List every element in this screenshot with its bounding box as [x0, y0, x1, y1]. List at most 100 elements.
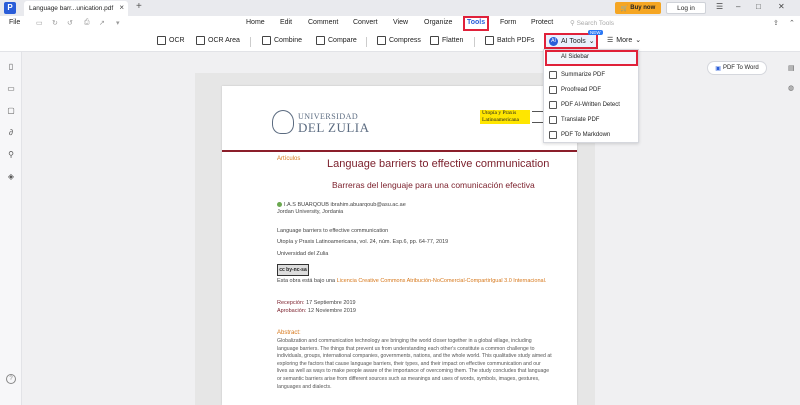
ai-detect-item[interactable]: PDF AI-Written Detect	[547, 98, 637, 111]
toolbar-divider	[250, 37, 251, 47]
more-button[interactable]: ☰ More ⌄	[607, 36, 642, 45]
markdown-icon	[549, 130, 557, 139]
approved-label: Aprobación:	[277, 308, 307, 314]
menu-organize[interactable]: Organize	[424, 19, 452, 26]
cart-icon: 🛒	[620, 5, 629, 12]
word-icon: ▣	[715, 65, 721, 72]
article-title-es: Barreras del lenguaje para una comunicac…	[332, 180, 535, 190]
new-tab-icon[interactable]: +	[136, 1, 142, 12]
search-tools-input[interactable]: ⚲ Search Tools	[570, 19, 614, 27]
window-menu-icon[interactable]: ☰	[716, 2, 723, 11]
received-label: Recepción:	[277, 300, 305, 306]
save-icon[interactable]: ▭	[36, 19, 43, 27]
properties-icon[interactable]: ▤	[788, 64, 795, 72]
ai-sidebar-label: AI Sidebar	[561, 54, 590, 60]
thumbnail-icon[interactable]: ▭	[6, 84, 16, 94]
print-icon[interactable]: ⎙	[84, 19, 90, 27]
ai-detect-icon	[549, 100, 557, 109]
pdf-page: UNIVERSIDAD DEL ZULIA Utopía y Praxis La…	[222, 86, 577, 405]
attachment-icon[interactable]: ∂	[6, 128, 16, 138]
compress-label: Compress	[389, 37, 421, 44]
close-window-icon[interactable]: ✕	[778, 2, 785, 11]
license-link[interactable]: Licencia Creative Commons Atribución-NoC…	[337, 278, 547, 284]
ai-detect-label: PDF AI-Written Detect	[561, 101, 620, 108]
pdf-to-markdown-label: PDF To Markdown	[561, 131, 611, 138]
approved-value: 12 Noviembre 2019	[307, 308, 356, 314]
university-seal-icon	[272, 110, 294, 134]
new-badge: NEW	[588, 30, 603, 35]
ai-sidebar-item[interactable]: AI Sidebar	[545, 50, 638, 66]
compress-icon	[377, 36, 386, 45]
author-name: I.A.S BUARQOUB	[284, 202, 329, 208]
buy-now-button[interactable]: 🛒 Buy now	[615, 2, 661, 14]
ocr-button[interactable]: OCR	[157, 36, 185, 45]
login-button[interactable]: Log in	[666, 2, 706, 14]
combine-button[interactable]: Combine	[262, 36, 302, 45]
creative-commons-badge: cc by-nc-sa	[277, 264, 309, 276]
summarize-pdf-item[interactable]: Summarize PDF	[547, 68, 637, 81]
ai-sidebar-icon[interactable]: ◍	[788, 84, 794, 92]
menu-comment[interactable]: Comment	[308, 19, 338, 26]
help-icon[interactable]: ?	[6, 374, 16, 384]
bookmark-icon[interactable]: ▯	[6, 62, 16, 72]
combine-label: Combine	[274, 37, 303, 44]
meta-journal: Utopía y Praxis Latinoamericana, vol. 24…	[277, 239, 449, 245]
redo-icon[interactable]: ↻	[52, 19, 58, 27]
received-date: Recepción: 17 Septiembre 2019	[277, 300, 356, 306]
close-tab-icon[interactable]: ×	[119, 3, 124, 12]
undo-icon[interactable]: ↺	[67, 19, 73, 27]
search-icon: ⚲	[570, 20, 577, 27]
ocr-area-button[interactable]: OCR Area	[196, 36, 240, 45]
menu-home[interactable]: Home	[246, 19, 265, 26]
toolbar-divider	[474, 37, 475, 47]
translate-pdf-item[interactable]: Translate PDF	[547, 113, 637, 126]
translate-pdf-label: Translate PDF	[561, 116, 600, 123]
compress-button[interactable]: Compress	[377, 36, 421, 45]
ai-tools-button[interactable]: AI AI Tools ⌄	[544, 33, 598, 49]
document-tab[interactable]: Language barr...unication.pdf ×	[24, 1, 128, 16]
customize-icon[interactable]: ▾	[116, 19, 120, 27]
share-icon[interactable]: ↗	[99, 19, 105, 27]
menu-convert[interactable]: Convert	[353, 19, 378, 26]
minimize-icon[interactable]: –	[736, 2, 740, 11]
university-logo-text: UNIVERSIDAD DEL ZULIA	[298, 112, 370, 136]
search-panel-icon[interactable]: ⚲	[6, 150, 16, 160]
orcid-icon	[277, 202, 282, 208]
summarize-pdf-label: Summarize PDF	[561, 71, 606, 78]
proofread-pdf-item[interactable]: Proofread PDF	[547, 83, 637, 96]
layers-icon[interactable]: ◈	[6, 172, 16, 182]
compare-icon	[316, 36, 325, 45]
compare-button[interactable]: Compare	[316, 36, 357, 45]
flatten-button[interactable]: Flatten	[430, 36, 463, 45]
left-sidebar: ▯ ▭ ▢ ∂ ⚲ ◈	[0, 52, 22, 405]
chevron-up-icon[interactable]: ⌃	[789, 19, 795, 27]
batch-pdfs-button[interactable]: Batch PDFs	[485, 36, 534, 45]
file-menu[interactable]: File	[9, 19, 20, 26]
menu-bar: File ▭ ↻ ↺ ⎙ ↗ ▾ Home Edit Comment Conve…	[0, 16, 800, 32]
author-affiliation: Jordan University, Jordania	[277, 209, 344, 215]
translate-icon	[549, 115, 557, 124]
pdf-to-markdown-item[interactable]: PDF To Markdown	[547, 128, 637, 141]
ai-icon: AI	[549, 36, 558, 46]
menu-edit[interactable]: Edit	[280, 19, 292, 26]
menu-form[interactable]: Form	[500, 19, 516, 26]
comment-icon[interactable]: ▢	[6, 106, 16, 116]
toolbar-divider	[366, 37, 367, 47]
author-block: I.A.S BUARQOUB ibrahim.abuarqoub@asu.ac.…	[277, 202, 406, 216]
pdf-to-word-button[interactable]: ▣ PDF To Word	[707, 61, 767, 75]
menu-view[interactable]: View	[393, 19, 408, 26]
upload-icon[interactable]: ⇪	[773, 19, 779, 27]
buy-now-label: Buy now	[630, 5, 656, 11]
article-title-en: Language barriers to effective communica…	[327, 158, 550, 170]
menu-protect[interactable]: Protect	[531, 19, 553, 26]
chevron-down-icon: ⌄	[635, 37, 642, 44]
meta-title: Language barriers to effective communica…	[277, 228, 389, 234]
ocr-icon	[157, 36, 166, 45]
compare-label: Compare	[328, 37, 357, 44]
abstract-text: Globalization and communication technolo…	[277, 338, 552, 390]
license-text: Esta obra está bajo una Licencia Creativ…	[277, 278, 552, 285]
license-prefix: Esta obra está bajo una	[277, 278, 337, 284]
chevron-down-icon: ⌄	[588, 38, 595, 45]
maximize-icon[interactable]: □	[756, 2, 761, 11]
combine-icon	[262, 36, 271, 45]
